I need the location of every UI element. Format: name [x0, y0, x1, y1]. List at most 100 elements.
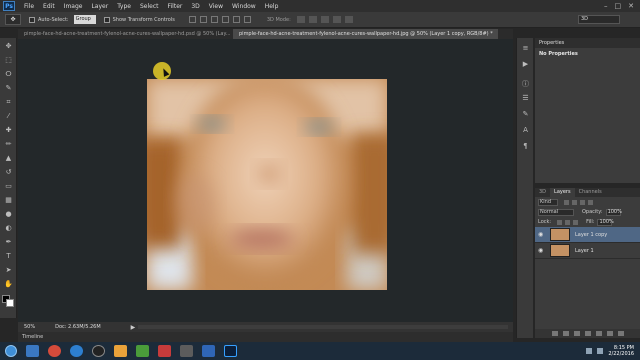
start-button-icon[interactable] [5, 345, 17, 357]
menu-view[interactable]: View [209, 3, 223, 10]
file-explorer-icon[interactable] [26, 345, 39, 357]
kind-filter-dropdown[interactable]: Kind [538, 198, 558, 206]
gradient-tool-icon[interactable]: ▦ [3, 196, 14, 205]
align-top-icon[interactable] [188, 16, 196, 23]
history-panel-icon[interactable]: ≡ [520, 44, 531, 53]
move-tool-icon[interactable]: ✥ [3, 42, 14, 51]
menu-file[interactable]: File [24, 3, 34, 10]
properties-tab[interactable]: Properties [535, 38, 640, 48]
add-mask-icon[interactable] [573, 331, 580, 336]
roll-3d-icon[interactable] [308, 16, 317, 23]
adjustment-filter-icon[interactable] [572, 199, 577, 205]
clone-stamp-tool-icon[interactable]: ▲ [3, 154, 14, 163]
type-filter-icon[interactable] [580, 199, 585, 205]
character-panel-icon[interactable]: A [520, 126, 531, 135]
pixel-filter-icon[interactable] [564, 199, 569, 205]
status-menu-arrow-icon[interactable]: ▶ [131, 324, 136, 331]
layer-row-layer-1-copy[interactable]: ◉ Layer 1 copy [535, 227, 640, 243]
winamp-icon[interactable] [92, 345, 105, 357]
eraser-tool-icon[interactable]: ▭ [3, 182, 14, 191]
blurred-face-image[interactable] [147, 79, 387, 290]
scale-3d-icon[interactable] [344, 16, 353, 23]
blend-mode-dropdown[interactable]: Normal [538, 208, 574, 216]
crop-tool-icon[interactable]: ⌗ [3, 98, 14, 107]
menu-select[interactable]: Select [140, 3, 159, 10]
blur-tool-icon[interactable]: ● [3, 210, 14, 219]
layer-style-icon[interactable] [562, 331, 569, 336]
history-brush-tool-icon[interactable]: ↺ [3, 168, 14, 177]
shape-filter-icon[interactable] [588, 199, 593, 205]
clock[interactable]: 8:15 PM 2/22/2016 [608, 345, 634, 357]
align-left-icon[interactable] [221, 16, 229, 23]
visibility-eye-icon[interactable]: ◉ [538, 247, 546, 254]
menu-type[interactable]: Type [117, 3, 131, 10]
marquee-tool-icon[interactable]: ⬚ [3, 56, 14, 65]
tab-psd-document[interactable]: pimple-face-hd-acne-treatment-fylenol-ac… [18, 29, 233, 39]
align-bottom-icon[interactable] [210, 16, 218, 23]
player-icon[interactable] [180, 345, 193, 357]
opacity-field[interactable]: 100% [605, 208, 622, 216]
recorder-icon[interactable] [158, 345, 171, 357]
move-tool-preset-icon[interactable]: ✥ [5, 14, 21, 25]
lock-pixels-icon[interactable] [557, 219, 563, 225]
app-icon[interactable] [202, 345, 215, 357]
pen-tool-icon[interactable]: ✒ [3, 238, 14, 247]
path-select-tool-icon[interactable]: ➤ [3, 266, 14, 275]
auto-select-dropdown[interactable]: Group [73, 15, 96, 24]
drag-3d-icon[interactable] [320, 16, 329, 23]
new-group-icon[interactable] [595, 331, 602, 336]
zoom-level[interactable]: 50% [24, 324, 35, 330]
internet-explorer-icon[interactable] [70, 345, 83, 357]
menu-window[interactable]: Window [232, 3, 256, 10]
visibility-eye-icon[interactable]: ◉ [538, 231, 546, 238]
lock-position-icon[interactable] [565, 219, 571, 225]
menu-image[interactable]: Image [64, 3, 83, 10]
menu-layer[interactable]: Layer [91, 3, 108, 10]
tab-layers[interactable]: Layers [550, 188, 575, 197]
media-player-icon[interactable] [114, 345, 127, 357]
menu-3d[interactable]: 3D [191, 3, 199, 10]
volume-icon[interactable] [597, 348, 604, 354]
tab-channels[interactable]: Channels [575, 188, 606, 197]
timeline-panel-tab[interactable]: Timeline [18, 332, 513, 342]
adjustment-layer-icon[interactable] [584, 331, 591, 336]
fill-field[interactable]: 100% [597, 218, 614, 226]
type-tool-icon[interactable]: T [3, 252, 14, 261]
paragraph-panel-icon[interactable]: ¶ [520, 142, 531, 151]
photoshop-taskbar-icon[interactable] [224, 345, 237, 357]
align-middle-icon[interactable] [199, 16, 207, 23]
brush-panel-icon[interactable]: ✎ [520, 110, 531, 119]
close-button[interactable]: ✕ [628, 2, 634, 10]
actions-panel-icon[interactable]: ▶ [520, 60, 531, 69]
show-transform-checkbox[interactable] [103, 16, 110, 23]
minimize-button[interactable]: – [604, 2, 608, 10]
menu-help[interactable]: Help [265, 3, 279, 10]
link-layers-icon[interactable] [551, 331, 558, 336]
menu-edit[interactable]: Edit [43, 3, 55, 10]
menu-filter[interactable]: Filter [168, 3, 183, 10]
auto-select-checkbox[interactable] [29, 16, 35, 23]
tab-jpg-document[interactable]: pimple-face-hd-acne-treatment-fylenol-ac… [233, 29, 498, 39]
canvas-area[interactable] [18, 39, 513, 322]
video-editor-icon[interactable] [136, 345, 149, 357]
network-icon[interactable] [586, 348, 593, 354]
horizontal-scrollbar[interactable] [138, 325, 508, 329]
maximize-button[interactable]: □ [615, 2, 622, 10]
orbit-3d-icon[interactable] [296, 16, 305, 23]
align-center-icon[interactable] [232, 16, 240, 23]
align-right-icon[interactable] [243, 16, 251, 23]
brush-tool-icon[interactable]: ✏ [3, 140, 14, 149]
info-panel-icon[interactable]: ⓘ [520, 80, 531, 89]
eyedropper-tool-icon[interactable]: ⁄ [3, 112, 14, 121]
workspace-dropdown[interactable]: 3D [578, 15, 620, 24]
dodge-tool-icon[interactable]: ◐ [3, 224, 14, 233]
lasso-tool-icon[interactable]: ⵔ [3, 70, 14, 79]
background-color-swatch[interactable] [6, 299, 14, 307]
lock-all-icon[interactable] [573, 219, 579, 225]
properties-panel-icon[interactable]: ☰ [520, 94, 531, 103]
hand-tool-icon[interactable]: ✋ [3, 280, 14, 289]
quick-select-tool-icon[interactable]: ✎ [3, 84, 14, 93]
tab-3d[interactable]: 3D [535, 188, 550, 197]
chrome-icon[interactable] [48, 345, 61, 357]
layer-row-layer-1[interactable]: ◉ Layer 1 [535, 243, 640, 259]
